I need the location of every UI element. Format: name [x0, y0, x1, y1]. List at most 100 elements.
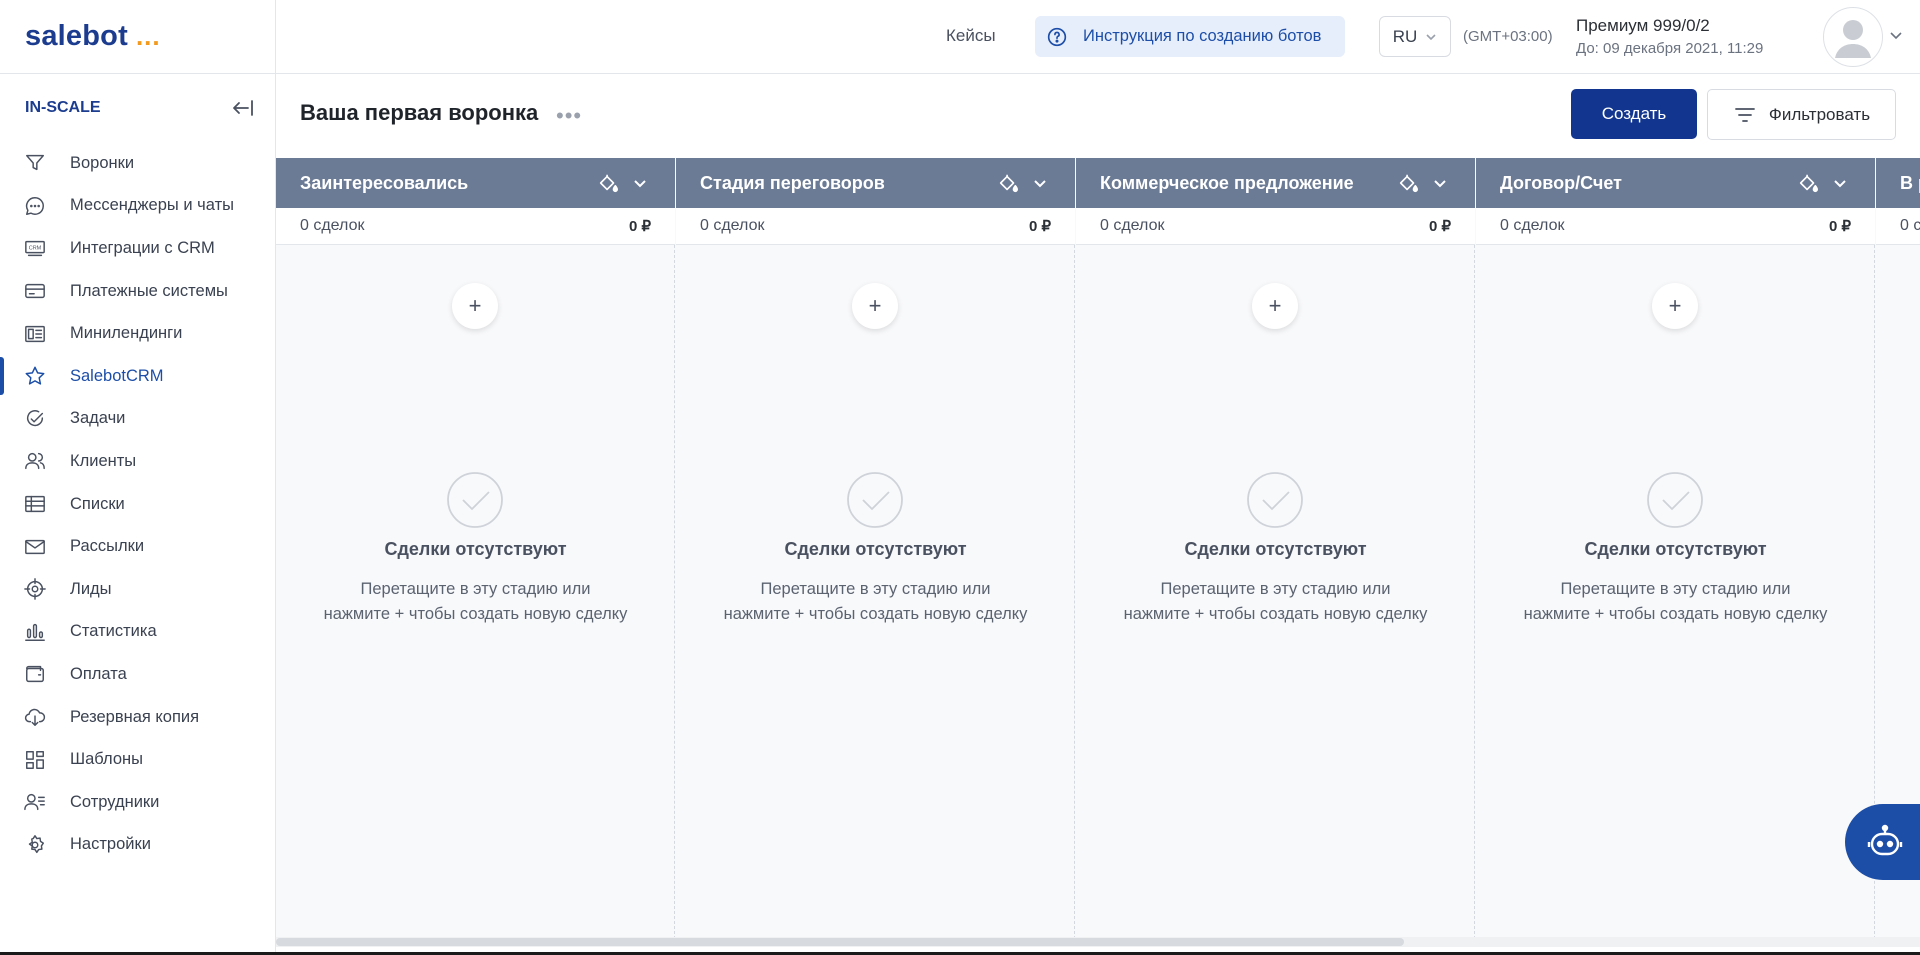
check-circle-icon — [26, 409, 44, 426]
add-deal-button[interactable]: + — [452, 283, 498, 329]
sidebar-item-label: Списки — [70, 494, 125, 513]
sidebar-item-clients[interactable]: Клиенты — [0, 440, 275, 483]
user-avatar-icon — [1835, 20, 1871, 58]
language-select[interactable]: RU — [1379, 16, 1451, 57]
empty-description-line: Перетащите в эту стадию или — [760, 580, 991, 598]
chat-icon — [25, 196, 44, 215]
sidebar-item-staff[interactable]: Сотрудники — [0, 781, 275, 824]
mail-icon — [25, 539, 45, 554]
paint-bucket-icon[interactable] — [997, 172, 1019, 194]
stage-dropzone[interactable]: + Сделки отсутствуют Перетащите в эту ст… — [676, 245, 1075, 938]
filter-label: Фильтровать — [1768, 104, 1871, 124]
cases-link[interactable]: Кейсы — [946, 26, 996, 46]
brand-name: salebot — [25, 20, 128, 52]
stage-summary: 0 с — [1876, 208, 1920, 245]
stage-name[interactable]: Коммерческое предложение — [1100, 173, 1354, 194]
sidebar-item-funnels[interactable]: Воронки — [0, 142, 275, 185]
empty-check-icon — [847, 472, 903, 528]
sidebar-item-settings[interactable]: Настройки — [0, 824, 275, 867]
chevron-down-icon[interactable] — [1431, 174, 1449, 192]
stage-summary: 0 сделок 0 ₽ — [1476, 208, 1875, 245]
robot-icon — [1867, 824, 1903, 856]
card-icon — [25, 283, 45, 299]
empty-check-icon — [447, 472, 503, 528]
deal-count: 0 сделок — [700, 217, 765, 234]
stage-dropzone[interactable]: + Сделки отсутствуют Перетащите в эту ст… — [1076, 245, 1475, 938]
brand-logo[interactable]: salebot... — [25, 20, 161, 53]
sidebar-item-backup[interactable]: Резервная копия — [0, 696, 275, 739]
sidebar-item-templates[interactable]: Шаблоны — [0, 738, 275, 781]
stage-name[interactable]: Стадия переговоров — [700, 173, 885, 194]
language-value: RU — [1392, 26, 1418, 46]
sidebar-item-statistics[interactable]: Статистика — [0, 611, 275, 654]
deal-count: 0 сделок — [1100, 217, 1165, 234]
empty-description-line: Перетащите в эту стадию или — [1160, 580, 1391, 598]
empty-title: Сделки отсутствуют — [1184, 539, 1367, 559]
sidebar-item-messengers[interactable]: Мессенджеры и чаты — [0, 185, 275, 228]
empty-description-line: нажмите + чтобы создать новую сделку — [1123, 605, 1428, 623]
bot-guide-button[interactable]: Инструкция по созданию ботов — [1035, 16, 1345, 57]
staff-icon — [24, 794, 45, 811]
wallet-icon — [26, 666, 44, 683]
help-icon — [1047, 27, 1067, 46]
sidebar-item-label: Лиды — [70, 579, 112, 598]
workspace-name[interactable]: IN-SCALE — [25, 99, 101, 117]
add-deal-button[interactable]: + — [1252, 283, 1298, 329]
add-deal-button[interactable]: + — [1652, 283, 1698, 329]
chevron-down-icon[interactable] — [1831, 174, 1849, 192]
cloud-download-icon — [24, 708, 46, 726]
templates-icon — [26, 750, 44, 769]
paint-bucket-icon[interactable] — [597, 172, 619, 194]
stage-dropzone[interactable]: + Сделки отсутствуют Перетащите в эту ст… — [1476, 245, 1875, 938]
svg-text:CRM: CRM — [29, 246, 42, 252]
star-icon — [25, 366, 45, 385]
sidebar: salebot... IN-SCALE Воронки Мессенджеры … — [0, 0, 276, 955]
sidebar-item-salebotcrm[interactable]: SalebotCRM — [0, 355, 275, 398]
paint-bucket-icon[interactable] — [1397, 172, 1419, 194]
scrollbar-thumb[interactable] — [276, 938, 1404, 946]
sidebar-item-label: Интеграции с CRM — [70, 238, 215, 257]
more-options-button[interactable]: ••• — [556, 103, 582, 129]
sidebar-item-minilandings[interactable]: Минилендинги — [0, 312, 275, 355]
sidebar-item-label: Настройки — [70, 835, 151, 854]
add-deal-button[interactable]: + — [852, 283, 898, 329]
stage-name[interactable]: В р — [1900, 173, 1920, 194]
stage-column: Договор/Счет 0 сделок 0 ₽ + Сделки отсут… — [1476, 158, 1875, 938]
chat-bot-button[interactable] — [1845, 804, 1920, 880]
sidebar-item-lists[interactable]: Списки — [0, 483, 275, 526]
timezone-label: (GMT+03:00) — [1463, 28, 1553, 45]
empty-description-line: Перетащите в эту стадию или — [1560, 580, 1791, 598]
filter-button[interactable]: Фильтровать — [1707, 89, 1896, 140]
sidebar-item-leads[interactable]: Лиды — [0, 568, 275, 611]
landing-icon — [25, 325, 45, 342]
sidebar-item-crm-integrations[interactable]: CRM Интеграции с CRM — [0, 227, 275, 270]
sidebar-item-mailings[interactable]: Рассылки — [0, 525, 275, 568]
stage-name[interactable]: Заинтересовались — [300, 173, 468, 194]
deal-sum: 0 ₽ — [1428, 218, 1451, 235]
collapse-sidebar-button[interactable] — [230, 96, 256, 120]
create-button[interactable]: Создать — [1571, 89, 1697, 139]
stage-column: Коммерческое предложение 0 сделок 0 ₽ + … — [1076, 158, 1475, 938]
empty-description: Перетащите в эту стадию или нажмите + чт… — [676, 577, 1075, 627]
stage-column: Заинтересовались 0 сделок 0 ₽ + Сделки о… — [276, 158, 675, 938]
paint-bucket-icon[interactable] — [1797, 172, 1819, 194]
plan-expiry: До: 09 декабря 2021, 11:29 — [1576, 40, 1764, 57]
stage-dropzone[interactable]: + Сделки отсутствуют Перетащите в эту ст… — [276, 245, 675, 938]
deal-sum: 0 ₽ — [628, 218, 651, 235]
empty-description: Перетащите в эту стадию или нажмите + чт… — [276, 577, 675, 627]
chevron-down-icon[interactable] — [631, 174, 649, 192]
sidebar-item-payment[interactable]: Оплата — [0, 653, 275, 696]
empty-check-icon — [1247, 472, 1303, 528]
sidebar-item-label: Сотрудники — [70, 792, 160, 811]
brand-dots: ... — [135, 21, 161, 51]
collapse-arrow-icon — [233, 100, 253, 116]
avatar[interactable] — [1823, 7, 1883, 67]
stage-name[interactable]: Договор/Счет — [1500, 173, 1622, 194]
plan-name[interactable]: Премиум 999/0/2 — [1576, 16, 1710, 36]
sidebar-item-payments[interactable]: Платежные системы — [0, 270, 275, 313]
empty-title: Сделки отсутствуют — [384, 539, 567, 559]
empty-description-line: нажмите + чтобы создать новую сделку — [723, 605, 1028, 623]
sidebar-item-tasks[interactable]: Задачи — [0, 398, 275, 441]
chevron-down-icon[interactable] — [1889, 28, 1903, 42]
chevron-down-icon[interactable] — [1031, 174, 1049, 192]
